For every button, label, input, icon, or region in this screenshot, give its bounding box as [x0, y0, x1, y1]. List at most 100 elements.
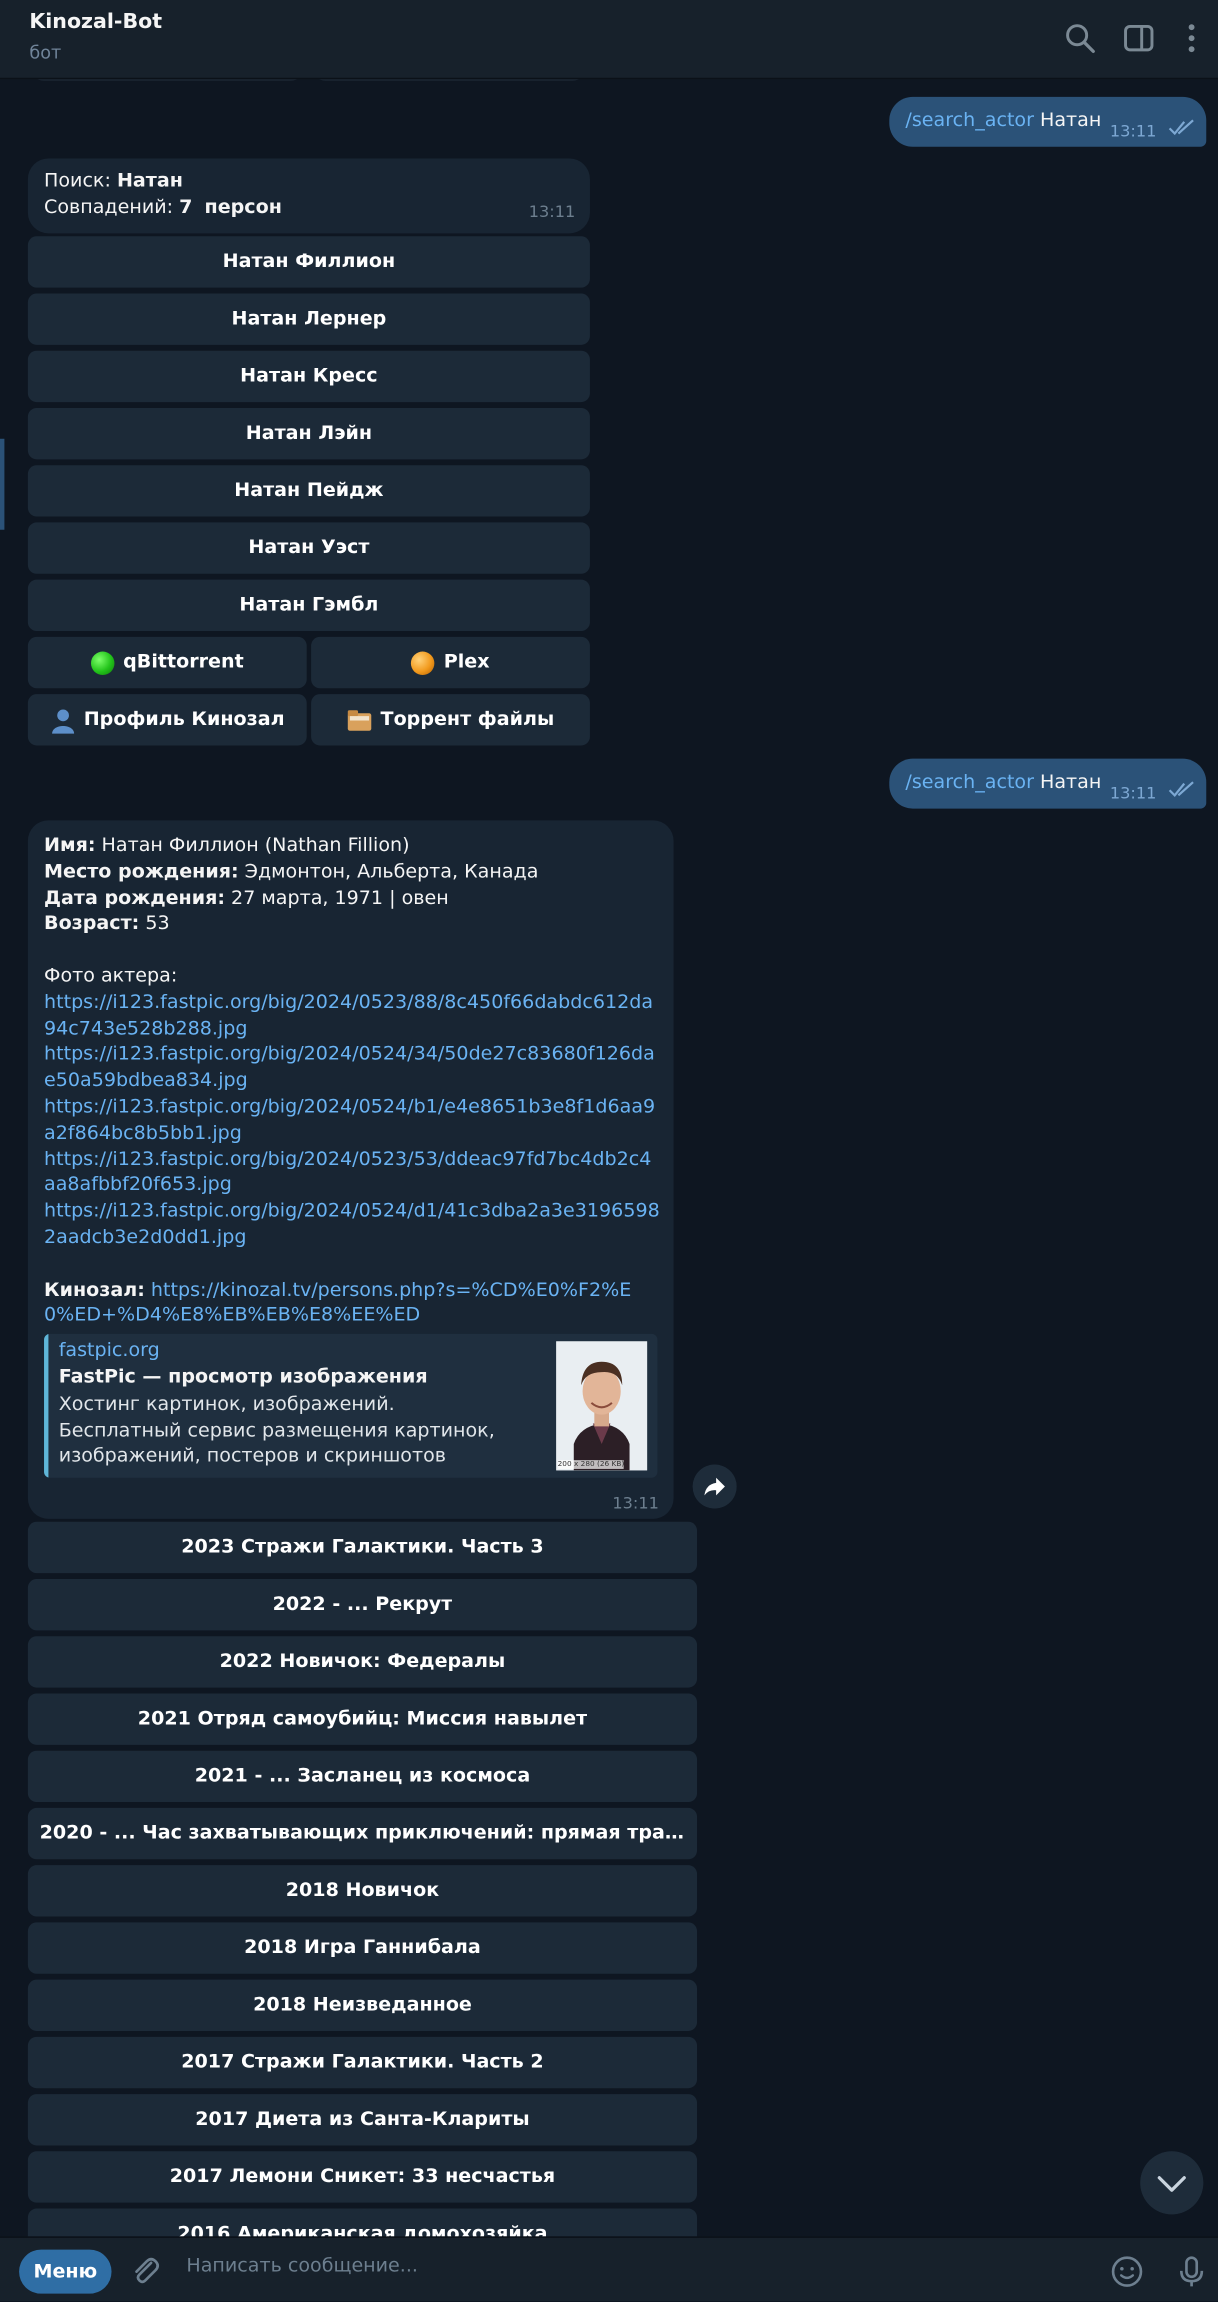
scroll-to-bottom-icon[interactable]: [1140, 2151, 1204, 2215]
link-preview[interactable]: fastpic.org FastPic — просмотр изображен…: [44, 1333, 658, 1478]
button-label: 2018 Неизведанное: [253, 1994, 472, 2017]
telegram-window: Kinozal-Bot бот /search_actor Натан 13:1…: [0, 0, 1218, 2301]
matches-unit: персон: [204, 196, 282, 219]
birthplace-label: Место рождения:: [44, 861, 239, 884]
actor-name: Натан Филлион (Nathan Fillion): [101, 834, 410, 858]
search-icon[interactable]: [1064, 22, 1096, 54]
attach-icon[interactable]: [128, 2254, 163, 2289]
bot-command-link[interactable]: /search_actor: [905, 110, 1034, 132]
preview-site: fastpic.org: [58, 1339, 160, 1362]
button-label: qBittorrent: [123, 651, 244, 674]
photo-link[interactable]: https://i123.fastpic.org/big/2024/0524/3…: [44, 1042, 660, 1094]
button-label: 2018 Игра Ганнибала: [244, 1937, 481, 1960]
film-button[interactable]: 2017 Диета из Санта-Клариты: [27, 2094, 698, 2146]
actor-info-text: Имя: Натан Филлион (Nathan Fillion) Мест…: [44, 834, 660, 1330]
message-text: Натан: [1040, 110, 1102, 133]
plex-button[interactable]: Plex: [311, 636, 590, 689]
person-button[interactable]: Натан Пейдж: [27, 465, 590, 517]
person-button[interactable]: Натан Лернер: [27, 293, 590, 345]
more-vertical-icon[interactable]: [1175, 22, 1207, 54]
search-result-message[interactable]: Поиск: Натан Совпадений: 7 персон 13:11: [27, 158, 590, 234]
previous-keyboard-button[interactable]: [29, 79, 306, 81]
film-button[interactable]: 2017 Лемони Сникет: 33 несчастья: [27, 2151, 698, 2203]
microphone-icon[interactable]: [1174, 2254, 1209, 2289]
button-label: 2017 Стражи Галактики. Часть 2: [181, 2051, 544, 2074]
button-label: Натан Лэйн: [245, 422, 373, 445]
person-button[interactable]: Натан Гэмбл: [27, 579, 590, 632]
sidebar-toggle-icon[interactable]: [1123, 22, 1155, 54]
film-button[interactable]: 2021 - ... Засланец из космоса: [27, 1750, 698, 1803]
preview-thumbnail[interactable]: 200 x 280 (26 KB): [556, 1341, 648, 1471]
actor-birthplace: Эдмонтон, Альберта, Канада: [244, 861, 539, 884]
film-button[interactable]: 2018 Неизведанное: [27, 1979, 698, 2031]
message-time: 13:11: [1109, 121, 1157, 141]
button-label: 2023 Стражи Галактики. Часть 3: [181, 1536, 544, 1559]
bot-command-link[interactable]: /search_actor: [905, 772, 1034, 794]
message-composer: Меню Написать сообщение...: [0, 2236, 1218, 2301]
button-label: Профиль Кинозал: [83, 708, 285, 731]
age-label: Возраст:: [44, 913, 140, 936]
film-button[interactable]: 2018 Новичок: [27, 1865, 698, 1917]
message-time: 13:11: [1109, 783, 1157, 803]
button-label: Plex: [443, 651, 490, 674]
film-button[interactable]: 2016 Американская домохозяйка: [27, 2208, 698, 2237]
actor-info-message[interactable]: Имя: Натан Филлион (Nathan Fillion) Мест…: [27, 820, 674, 1519]
chat-header: Kinozal-Bot бот: [0, 0, 1218, 80]
actor-birthdate: 27 марта, 1971 | овен: [231, 887, 449, 910]
outgoing-message[interactable]: /search_actor Натан 13:11: [889, 758, 1207, 809]
previous-keyboard-button[interactable]: [311, 79, 587, 81]
photos-label: Фото актера:: [44, 965, 178, 988]
film-button[interactable]: 2022 Новичок: Федералы: [27, 1636, 698, 1688]
search-label: Поиск:: [44, 170, 111, 193]
photo-link[interactable]: https://i123.fastpic.org/big/2024/0524/b…: [44, 1095, 660, 1147]
film-button[interactable]: 2018 Игра Ганнибала: [27, 1922, 698, 1974]
scroll-indicator: [0, 438, 5, 530]
green-circle-icon: [90, 650, 115, 675]
person-button[interactable]: Натан Филлион: [27, 236, 590, 288]
actor-age: 53: [145, 913, 170, 936]
kinozal-label: Кинозал:: [44, 1278, 145, 1301]
film-button[interactable]: 2023 Стражи Галактики. Часть 3: [27, 1521, 698, 1574]
button-label: Натан Кресс: [240, 365, 378, 388]
chat-title[interactable]: Kinozal-Bot: [29, 10, 162, 33]
person-button[interactable]: Натан Уэст: [27, 522, 590, 574]
film-button[interactable]: 2022 - ... Рекрут: [27, 1578, 698, 1631]
person-icon: [52, 708, 75, 734]
forward-icon[interactable]: [692, 1464, 737, 1509]
film-button[interactable]: 2017 Стражи Галактики. Часть 2: [27, 2036, 698, 2089]
button-label: 2018 Новичок: [285, 1879, 440, 1902]
film-button[interactable]: 2021 Отряд самоубийц: Миссия навылет: [27, 1693, 698, 1745]
torrent-files-button[interactable]: Торрент файлы: [311, 694, 590, 746]
orange-circle-icon: [411, 650, 435, 675]
button-label: 2022 - ... Рекрут: [272, 1593, 453, 1616]
button-label: Торрент файлы: [380, 708, 555, 731]
emoji-icon[interactable]: [1109, 2254, 1144, 2289]
message-text: Натан: [1040, 771, 1102, 794]
button-label: 2021 - ... Засланец из космоса: [194, 1765, 531, 1788]
birthdate-label: Дата рождения:: [44, 887, 225, 910]
button-label: 2016 Американская домохозяйка: [177, 2223, 548, 2237]
photo-link[interactable]: https://i123.fastpic.org/big/2024/0523/5…: [44, 1147, 660, 1199]
message-time: 13:11: [528, 202, 576, 222]
preview-accent-bar: [44, 1333, 49, 1478]
button-label: Натан Гэмбл: [239, 594, 379, 617]
search-query: Натан: [116, 170, 183, 193]
photo-link[interactable]: https://i123.fastpic.org/big/2024/0523/8…: [44, 990, 660, 1042]
kinozal-profile-button[interactable]: Профиль Кинозал: [27, 694, 307, 746]
button-label: 2017 Диета из Санта-Клариты: [195, 2108, 530, 2131]
film-button[interactable]: 2020 - ... Час захватывающих приключений…: [27, 1807, 698, 1860]
person-button[interactable]: Натан Лэйн: [27, 407, 590, 460]
name-label: Имя:: [44, 834, 96, 858]
button-label: 2017 Лемони Сникет: 33 несчастья: [169, 2165, 556, 2188]
person-button[interactable]: Натан Кресс: [27, 350, 590, 403]
button-label: Натан Лернер: [231, 308, 387, 331]
message-input[interactable]: Написать сообщение...: [186, 2256, 418, 2278]
menu-button[interactable]: Меню: [19, 2249, 112, 2294]
message-list[interactable]: /search_actor Натан 13:11 Поиск: Натан С…: [0, 79, 1218, 2237]
double-check-icon: [1168, 119, 1194, 136]
button-label: Натан Пейдж: [234, 479, 384, 502]
matches-count: 7: [179, 196, 193, 219]
photo-link[interactable]: https://i123.fastpic.org/big/2024/0524/d…: [44, 1199, 660, 1251]
outgoing-message[interactable]: /search_actor Натан 13:11: [889, 96, 1207, 147]
qbittorrent-button[interactable]: qBittorrent: [27, 636, 307, 689]
